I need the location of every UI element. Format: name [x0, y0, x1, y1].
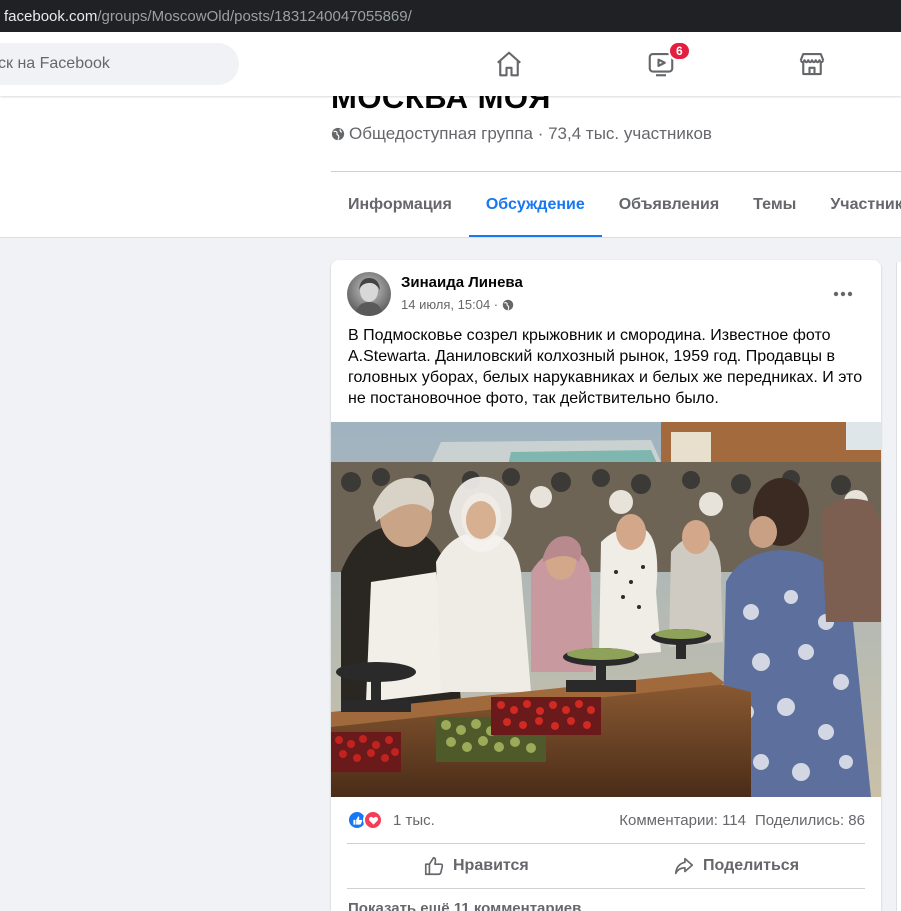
avatar[interactable]	[347, 272, 391, 316]
url-host: facebook.com	[4, 7, 98, 25]
love-reaction-icon	[363, 810, 383, 830]
tab-topics[interactable]: Темы	[736, 172, 813, 237]
divider	[347, 843, 865, 844]
post-author[interactable]: Зинаида Линева	[401, 274, 523, 291]
share-icon	[674, 857, 694, 875]
reactions-count[interactable]: 1 тыс.	[393, 812, 435, 829]
group-meta: Общедоступная группа · 73,4 тыс. участни…	[331, 124, 712, 144]
post-card: Зинаида Линева 14 июля, 15:04 · В Подмос…	[331, 260, 881, 911]
address-bar[interactable]: facebook.com/groups/MoscowOld/posts/1831…	[0, 0, 901, 32]
thumbs-up-icon	[424, 856, 444, 876]
tab-announcements[interactable]: Объявления	[602, 172, 736, 237]
watch-notification-badge: 6	[668, 41, 691, 61]
show-more-comments-link[interactable]: Показать ещё 11 комментариев	[348, 900, 581, 911]
tab-info[interactable]: Информация	[331, 172, 469, 237]
search-placeholder: ск на Facebook	[0, 55, 110, 72]
post-timestamp[interactable]: 14 июля, 15:04 ·	[401, 297, 498, 312]
tab-discussion[interactable]: Обсуждение	[468, 172, 602, 237]
shares-count[interactable]: Поделились: 86	[755, 812, 865, 829]
more-options-icon[interactable]	[827, 280, 859, 308]
home-icon[interactable]	[491, 46, 527, 82]
globe-icon	[502, 299, 514, 310]
reactions[interactable]	[347, 810, 383, 830]
like-button[interactable]: Нравится	[423, 848, 529, 884]
group-meta-text: Общедоступная группа · 73,4 тыс. участни…	[349, 124, 712, 143]
top-navigation: ск на Facebook	[0, 32, 901, 96]
tab-members[interactable]: Участник	[813, 172, 901, 237]
group-header: МОСКВА МОЯ Общедоступная группа · 73,4 т…	[0, 96, 901, 238]
marketplace-icon[interactable]	[794, 46, 830, 82]
globe-icon	[331, 127, 345, 141]
post-time: 14 июля, 15:04 ·	[401, 297, 514, 312]
comments-count[interactable]: Комментарии: 114	[619, 812, 746, 829]
share-label: Поделиться	[703, 857, 800, 874]
group-title[interactable]: МОСКВА МОЯ	[331, 96, 551, 116]
post-text: В Подмосковье созрел крыжовник и смороди…	[348, 327, 863, 407]
divider	[347, 888, 865, 889]
share-button[interactable]: Поделиться	[673, 848, 799, 884]
group-tabs: Информация Обсуждение Объявления Темы Уч…	[331, 172, 901, 237]
search-input[interactable]: ск на Facebook	[0, 43, 239, 85]
right-column-edge	[896, 262, 901, 911]
post-stats: 1 тыс. Комментарии: 114 Поделились: 86	[347, 807, 865, 833]
like-label: Нравится	[453, 857, 529, 874]
url-path: /groups/MoscowOld/posts/1831240047055869…	[97, 7, 412, 25]
post-photo[interactable]	[331, 422, 881, 797]
